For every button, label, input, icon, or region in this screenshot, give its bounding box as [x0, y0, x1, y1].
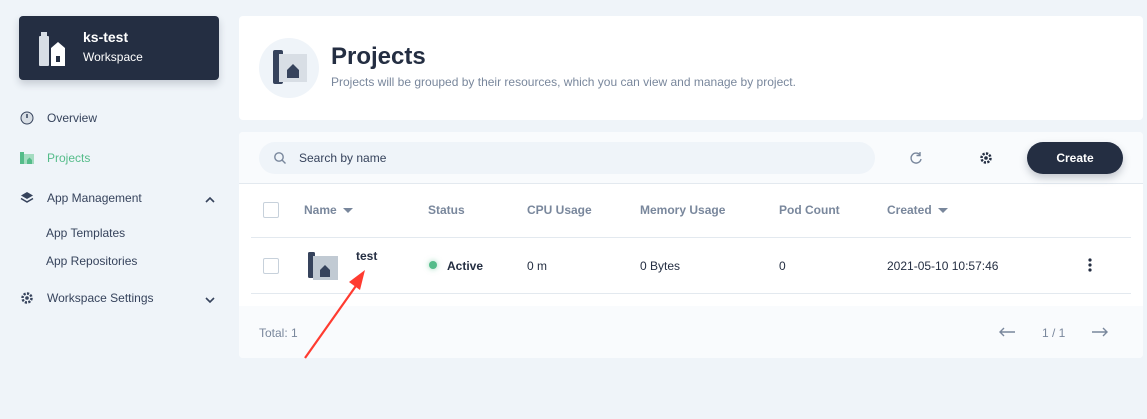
page-header: Projects Projects will be grouped by the…: [239, 16, 1143, 120]
next-page-icon[interactable]: [1091, 326, 1109, 338]
divider: [251, 237, 1131, 238]
page-indicator: 1 / 1: [1042, 326, 1066, 340]
page-title: Projects: [331, 43, 426, 70]
refresh-icon: [910, 152, 922, 164]
search-icon: [274, 152, 286, 164]
column-header-name[interactable]: Name: [304, 203, 353, 217]
column-label: Pod Count: [779, 203, 840, 217]
column-label: Name: [304, 203, 337, 217]
sidebar-item-app-management[interactable]: App Management: [19, 186, 142, 210]
search-box[interactable]: [259, 142, 875, 174]
sidebar-item-overview[interactable]: Overview: [19, 106, 97, 130]
divider: [251, 293, 1131, 294]
gear-icon: [19, 290, 35, 306]
column-header-pods: Pod Count: [779, 203, 840, 217]
status-badge: Active: [447, 259, 484, 273]
workspace-label: Workspace: [83, 50, 143, 64]
sidebar-item-workspace-settings[interactable]: Workspace Settings: [19, 286, 154, 310]
gear-icon: [980, 152, 992, 164]
column-header-memory: Memory Usage: [640, 203, 725, 217]
column-label: CPU Usage: [527, 203, 592, 217]
toolbar: Create: [239, 132, 1143, 184]
project-icon: [308, 252, 338, 280]
project-icon: [259, 38, 319, 98]
sidebar-item-app-repositories[interactable]: App Repositories: [46, 254, 137, 268]
sidebar-item-label: Overview: [47, 111, 98, 125]
column-header-status: Status: [428, 203, 465, 217]
sidebar-item-label: Workspace Settings: [47, 291, 154, 305]
sort-caret-icon: [342, 207, 353, 213]
workspace-icon: [39, 32, 65, 66]
project-icon: [19, 150, 35, 166]
pod-count: 0: [779, 259, 786, 273]
sidebar-item-app-templates[interactable]: App Templates: [46, 226, 125, 240]
total-count: Total: 1: [259, 326, 298, 340]
column-header-cpu: CPU Usage: [527, 203, 592, 217]
project-name-link[interactable]: test: [356, 249, 377, 263]
column-label: Created: [887, 203, 932, 217]
cpu-usage: 0 m: [527, 259, 548, 273]
table-footer: Total: 1 1 / 1: [239, 306, 1143, 358]
workspace-card[interactable]: ks-test Workspace: [19, 16, 219, 80]
more-options-icon[interactable]: [1085, 257, 1095, 273]
appcenter-icon: [19, 190, 35, 206]
refresh-button[interactable]: [906, 148, 926, 168]
column-label: Status: [428, 203, 465, 217]
prev-page-icon[interactable]: [998, 326, 1016, 338]
workspace-name: ks-test: [83, 29, 129, 45]
page-description: Projects will be grouped by their resour…: [331, 75, 796, 89]
chevron-down-icon[interactable]: [204, 294, 216, 306]
row-checkbox[interactable]: [263, 258, 279, 274]
sidebar-item-label: App Management: [47, 191, 142, 205]
column-header-created[interactable]: Created: [887, 203, 948, 217]
sidebar-item-projects[interactable]: Projects: [19, 146, 90, 170]
search-input[interactable]: [299, 142, 859, 174]
chevron-up-icon[interactable]: [204, 194, 216, 206]
settings-button[interactable]: [976, 148, 996, 168]
create-button[interactable]: Create: [1027, 142, 1123, 174]
sort-caret-icon: [937, 207, 948, 213]
created-time: 2021-05-10 10:57:46: [887, 259, 999, 273]
column-label: Memory Usage: [640, 203, 726, 217]
dashboard-icon: [19, 110, 35, 126]
sidebar-item-label: Projects: [47, 151, 91, 165]
select-all-checkbox[interactable]: [263, 202, 279, 218]
memory-usage: 0 Bytes: [640, 259, 681, 273]
status-dot-icon: [429, 261, 437, 269]
projects-panel: Create Name Status CPU Usage Memory Usag…: [239, 132, 1143, 358]
